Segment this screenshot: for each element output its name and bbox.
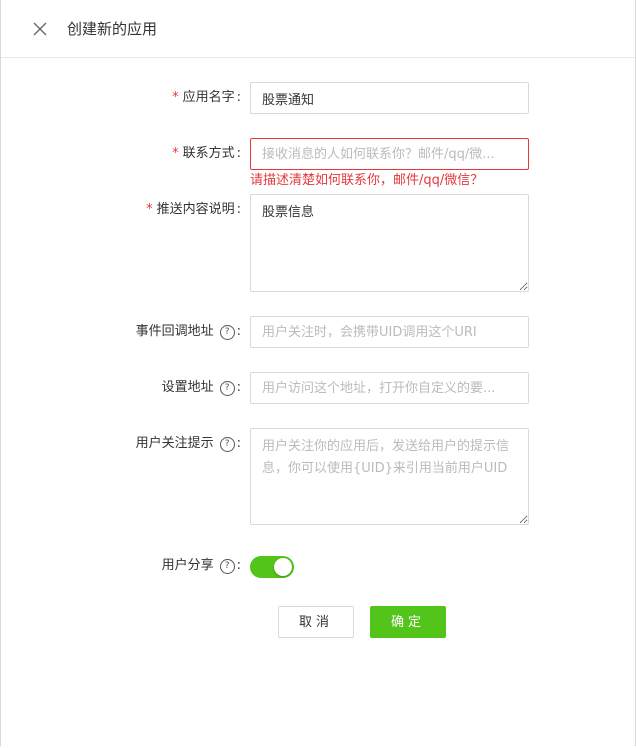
required-mark: * [172,146,179,161]
question-circle-icon[interactable]: ? [219,324,235,340]
push-desc-label: * 推送内容说明: [146,200,241,220]
contact-label: * 联系方式: [172,144,241,164]
callback-url-label: 事件回调地址 ?: [135,324,241,340]
question-circle-icon[interactable]: ? [219,380,235,396]
drawer-header: 创建新的应用 [1,0,635,58]
toggle-knob [274,558,292,576]
close-icon[interactable] [31,20,49,38]
question-circle-icon[interactable]: ? [219,436,235,452]
follow-tip-textarea[interactable] [250,428,529,525]
follow-tip-label: 用户关注提示 ?: [135,436,241,452]
question-circle-icon[interactable]: ? [219,558,235,574]
required-mark: * [172,90,179,105]
create-app-drawer: 创建新的应用 * 应用名字: * 联系方式: 请描述清楚如何联系你，邮件/qq/… [0,0,636,746]
settings-url-input[interactable] [250,372,529,404]
required-mark: * [146,202,153,217]
settings-url-label: 设置地址 ?: [161,380,241,396]
user-share-toggle[interactable] [250,556,294,578]
contact-error-message: 请描述清楚如何联系你，邮件/qq/微信？ [250,173,484,188]
confirm-button[interactable]: 确定 [370,606,446,638]
app-name-input[interactable] [250,82,529,114]
app-name-label: * 应用名字: [172,88,241,108]
cancel-button[interactable]: 取消 [278,606,354,638]
drawer-title: 创建新的应用 [67,20,158,38]
push-desc-textarea[interactable]: 股票信息 [250,194,529,292]
callback-url-input[interactable] [250,316,529,348]
user-share-label: 用户分享 ?: [161,558,241,574]
contact-input[interactable] [250,138,529,170]
